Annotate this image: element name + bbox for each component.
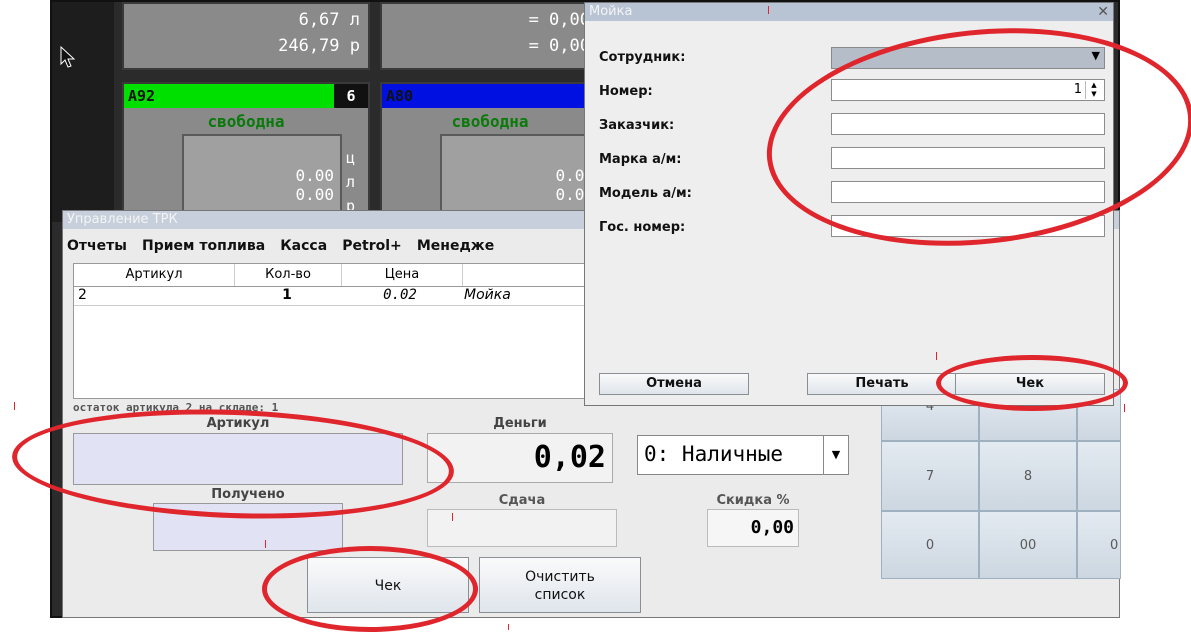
rubles-total-2: = 0,00 xyxy=(528,36,590,56)
received-input[interactable] xyxy=(153,503,343,551)
number-value: 1 xyxy=(1073,82,1082,97)
rubles-value-2: 0.00 xyxy=(555,185,594,204)
key-9[interactable] xyxy=(1077,441,1121,511)
key-00[interactable]: 00 xyxy=(979,511,1077,579)
key-7[interactable]: 7 xyxy=(881,441,979,511)
rubles-value: 0.00 xyxy=(295,185,334,204)
car-brand-field[interactable] xyxy=(831,147,1105,169)
menu-petrol-plus[interactable]: Petrol+ xyxy=(342,238,402,254)
discount-value[interactable]: 0,00 xyxy=(707,509,799,547)
customer-field[interactable] xyxy=(831,113,1105,135)
table-header: Артикул Кол-во Цена xyxy=(74,264,592,287)
cell-article: 2 xyxy=(78,287,87,303)
items-table[interactable]: Артикул Кол-во Цена 2 1 0.02 Мойка xyxy=(73,263,593,399)
change-display xyxy=(427,509,617,547)
pump-totals-cell-1: 6,67 л 246,79 р xyxy=(122,2,370,70)
left-panel xyxy=(52,2,114,222)
discount-label: Скидка % xyxy=(716,493,790,508)
clear-list-label-1: Очистить xyxy=(525,569,595,585)
menu-fuel-receipt[interactable]: Прием топлива xyxy=(142,238,265,254)
pump-card-a92[interactable]: A92 6 свободна 0.00 0.00 ц л р xyxy=(122,82,370,224)
wash-dialog-title: Мойка xyxy=(589,4,633,19)
trk-menu-bar: Отчеты Прием топлива Касса Petrol+ Менед… xyxy=(67,235,504,254)
number-label: Номер: xyxy=(599,84,653,99)
cell-name: Мойка xyxy=(464,287,511,303)
check-button[interactable]: Чек xyxy=(307,557,469,613)
chevron-down-icon[interactable]: ▼ xyxy=(823,436,848,474)
menu-manager[interactable]: Менедже xyxy=(417,238,494,254)
customer-label: Заказчик: xyxy=(599,118,675,133)
print-button[interactable]: Печать xyxy=(807,373,957,395)
money-display: 0,02 xyxy=(427,433,613,483)
article-input[interactable] xyxy=(73,433,403,485)
chevron-down-icon[interactable]: ▼ xyxy=(1092,49,1100,62)
pump-units: ц л р xyxy=(346,146,355,218)
pump-status-2: свободна xyxy=(451,112,529,131)
payment-type-select[interactable]: 0: Наличные ▼ xyxy=(637,435,849,475)
stock-note: остаток артикула 2 на складе: 1 xyxy=(73,401,279,414)
car-brand-label: Марка а/м: xyxy=(599,152,682,167)
annotation-tick xyxy=(508,624,509,630)
cell-qty: 1 xyxy=(282,287,292,303)
dialog-check-button[interactable]: Чек xyxy=(955,373,1105,395)
price-unit: ц xyxy=(346,149,356,167)
clear-list-button[interactable]: Очистить список xyxy=(479,557,641,613)
payment-type-value: 0: Наличные xyxy=(644,442,784,466)
employee-select[interactable]: ▼ xyxy=(831,47,1105,69)
annotation-tick xyxy=(936,352,937,360)
car-model-field[interactable] xyxy=(831,181,1105,203)
pump-card-a80[interactable]: A80 свободна 0.00 0.00 xyxy=(380,82,602,224)
key-8[interactable]: 8 xyxy=(979,441,1077,511)
menu-cash[interactable]: Касса xyxy=(280,238,327,254)
article-label: Артикул xyxy=(206,416,270,431)
annotation-tick xyxy=(768,6,769,14)
col-price: Цена xyxy=(342,264,463,286)
change-label: Сдача xyxy=(498,493,546,508)
wash-dialog: Мойка ✕ Сотрудник: ▼ Номер: 1 ▲ ▼ Заказчи… xyxy=(584,2,1114,406)
table-row[interactable]: 2 1 0.02 Мойка xyxy=(74,287,592,306)
pump-header: A92 6 xyxy=(124,84,368,108)
menu-reports[interactable]: Отчеты xyxy=(67,238,127,254)
money-label: Деньги xyxy=(493,416,547,431)
number-stepper[interactable]: 1 ▲ ▼ xyxy=(831,79,1105,101)
received-label: Получено xyxy=(211,487,285,502)
annotation-tick xyxy=(1124,404,1125,412)
pump-status: свободна xyxy=(207,112,285,131)
spinner-arrows-icon[interactable]: ▲ ▼ xyxy=(1085,81,1102,99)
clear-list-label-2: список xyxy=(534,587,586,603)
mouse-cursor-icon xyxy=(60,46,76,68)
wash-dialog-title-bar: Мойка ✕ xyxy=(585,3,1113,21)
annotation-tick xyxy=(14,402,15,410)
fuel-type: A92 xyxy=(128,87,156,105)
liters-value-2: 0.00 xyxy=(555,166,594,185)
pump-header-2: A80 xyxy=(382,84,598,108)
liters-total-2: = 0,00 xyxy=(528,10,590,30)
liters-value: 0.00 xyxy=(295,166,334,185)
rubles-total: 246,79 р xyxy=(278,36,360,56)
pump-totals-cell-2: = 0,00 = 0,00 xyxy=(380,2,600,70)
close-icon[interactable]: ✕ xyxy=(1097,3,1109,21)
annotation-tick xyxy=(265,540,266,548)
cancel-button[interactable]: Отмена xyxy=(599,373,749,395)
liters-unit: л xyxy=(346,173,356,191)
key-0[interactable]: 0 xyxy=(881,511,979,579)
cell-price: 0.02 xyxy=(383,287,417,303)
fuel-type-2: A80 xyxy=(386,87,414,105)
key-000[interactable]: 0 xyxy=(1077,511,1121,579)
plate-number-field[interactable] xyxy=(831,215,1105,237)
plate-number-label: Гос. номер: xyxy=(599,220,686,235)
annotation-tick xyxy=(452,513,453,521)
liters-total: 6,67 л xyxy=(298,10,360,30)
col-qty: Кол-во xyxy=(235,264,342,286)
pump-number: 6 xyxy=(334,84,368,108)
car-model-label: Модель а/м: xyxy=(599,186,692,201)
col-article: Артикул xyxy=(74,264,235,286)
employee-label: Сотрудник: xyxy=(599,50,686,65)
